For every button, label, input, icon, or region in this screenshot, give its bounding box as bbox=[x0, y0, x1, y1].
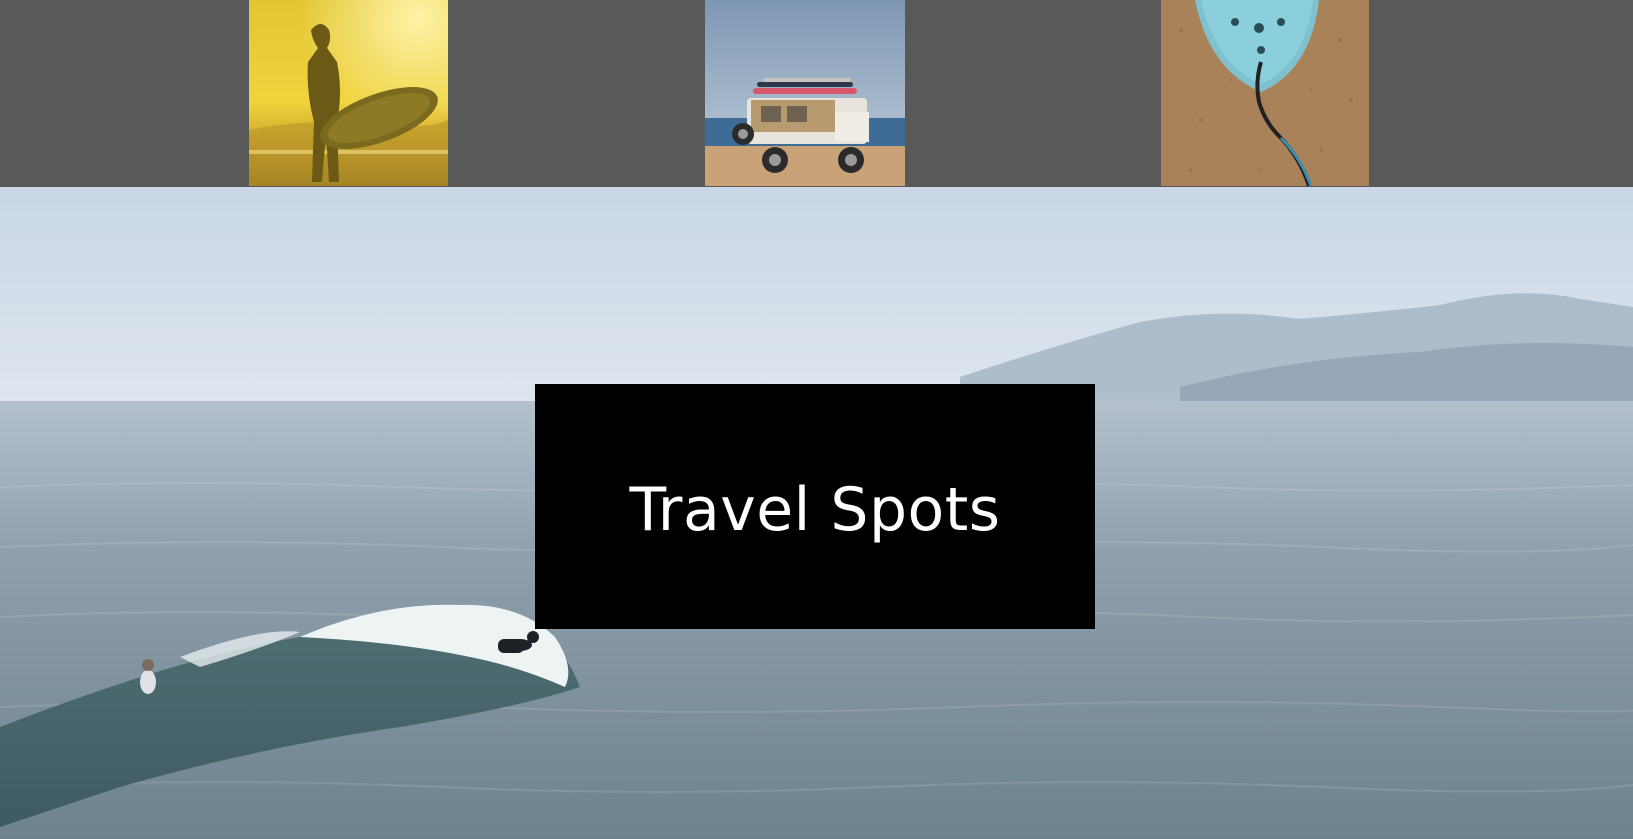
surfboard-sand-image bbox=[1161, 0, 1369, 186]
title-card: Travel Spots bbox=[535, 384, 1095, 629]
gallery-thumbnail-surfer-sunset[interactable] bbox=[249, 0, 448, 186]
gallery-thumbnail-jeep[interactable] bbox=[705, 0, 905, 186]
gallery-thumbnail-surfboard[interactable] bbox=[1161, 0, 1369, 186]
thumbnail-strip bbox=[0, 0, 1633, 187]
surfer-sunset-image bbox=[249, 0, 448, 186]
hero-banner: Travel Spots bbox=[0, 187, 1633, 839]
jeep-beach-image bbox=[705, 0, 905, 186]
page-title: Travel Spots bbox=[629, 474, 1001, 545]
